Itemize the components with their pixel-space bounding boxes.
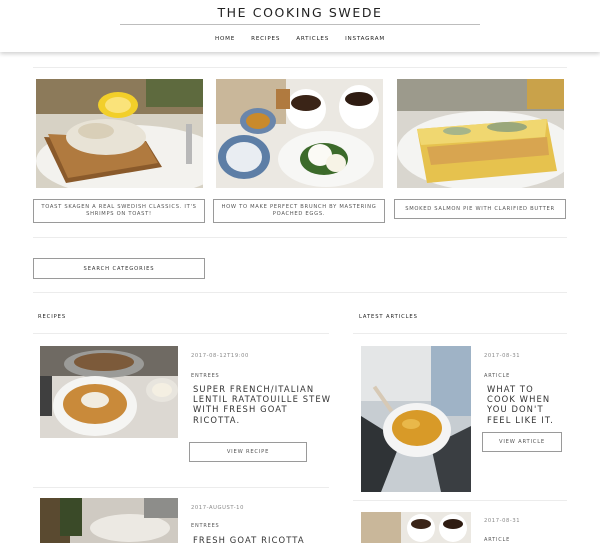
featured-caption-text: TOAST SKAGEN A REAL SWEDISH CLASSICS. IT… [41, 204, 197, 217]
latest-articles-heading: LATEST ARTICLES [359, 314, 418, 320]
site-title[interactable]: THE COOKING SWEDE [0, 5, 600, 20]
title-divider [120, 24, 480, 25]
site-header: THE COOKING SWEDE HOME RECIPES ARTICLES … [0, 0, 600, 52]
view-article-label: VIEW ARTICLE [499, 439, 545, 445]
divider [33, 292, 567, 293]
post-category[interactable]: ENTREES [191, 523, 220, 529]
post-category[interactable]: ARTICLE [484, 537, 510, 543]
search-categories-label: SEARCH CATEGORIES [83, 265, 155, 272]
featured-photo-brunch[interactable] [216, 79, 383, 188]
divider [33, 237, 567, 238]
featured-caption[interactable]: HOW TO MAKE PERFECT BRUNCH BY MASTERING … [213, 199, 385, 223]
post-category[interactable]: ARTICLE [484, 373, 510, 379]
post-date: 2017-08-31 [484, 518, 521, 524]
divider [33, 333, 329, 334]
featured-photo-salmon-pie[interactable] [397, 79, 564, 188]
article-photo-coffee[interactable] [361, 512, 471, 543]
divider [33, 67, 567, 68]
divider [353, 333, 567, 334]
post-category[interactable]: ENTREES [191, 373, 220, 379]
article-photo-soup[interactable] [361, 346, 471, 492]
nav-instagram[interactable]: INSTAGRAM [345, 36, 385, 42]
view-article-button[interactable]: VIEW ARTICLE [482, 432, 562, 452]
divider [33, 487, 329, 488]
recipes-heading: RECIPES [38, 314, 67, 320]
nav-home[interactable]: HOME [215, 36, 235, 42]
post-title[interactable]: WHAT TO COOK WHEN YOU DON'T FEEL LIKE IT… [487, 384, 565, 425]
post-title[interactable]: FRESH GOAT RICOTTA [193, 535, 333, 543]
main-nav: HOME RECIPES ARTICLES INSTAGRAM [0, 36, 600, 42]
featured-caption-text: SMOKED SALMON PIE WITH CLARIFIED BUTTER [405, 205, 555, 212]
nav-articles[interactable]: ARTICLES [296, 36, 329, 42]
post-date: 2017-AUGUST-10 [191, 505, 244, 511]
search-categories-button[interactable]: SEARCH CATEGORIES [33, 258, 205, 279]
view-recipe-label: VIEW RECIPE [226, 449, 270, 455]
featured-photo-toast-skagen[interactable] [36, 79, 203, 188]
nav-recipes[interactable]: RECIPES [251, 36, 280, 42]
post-date: 2017-08-12T19:00 [191, 353, 249, 359]
post-title[interactable]: SUPER FRENCH/ITALIAN LENTIL RATATOUILLE … [193, 384, 333, 425]
featured-caption-text: HOW TO MAKE PERFECT BRUNCH BY MASTERING … [221, 204, 377, 217]
view-recipe-button[interactable]: VIEW RECIPE [189, 442, 307, 462]
featured-caption[interactable]: SMOKED SALMON PIE WITH CLARIFIED BUTTER [394, 199, 566, 219]
divider [353, 500, 567, 501]
post-date: 2017-08-31 [484, 353, 521, 359]
recipe-photo-goat-ricotta[interactable] [40, 498, 178, 543]
featured-caption[interactable]: TOAST SKAGEN A REAL SWEDISH CLASSICS. IT… [33, 199, 205, 223]
recipe-photo-lentil-stew[interactable] [40, 346, 178, 438]
